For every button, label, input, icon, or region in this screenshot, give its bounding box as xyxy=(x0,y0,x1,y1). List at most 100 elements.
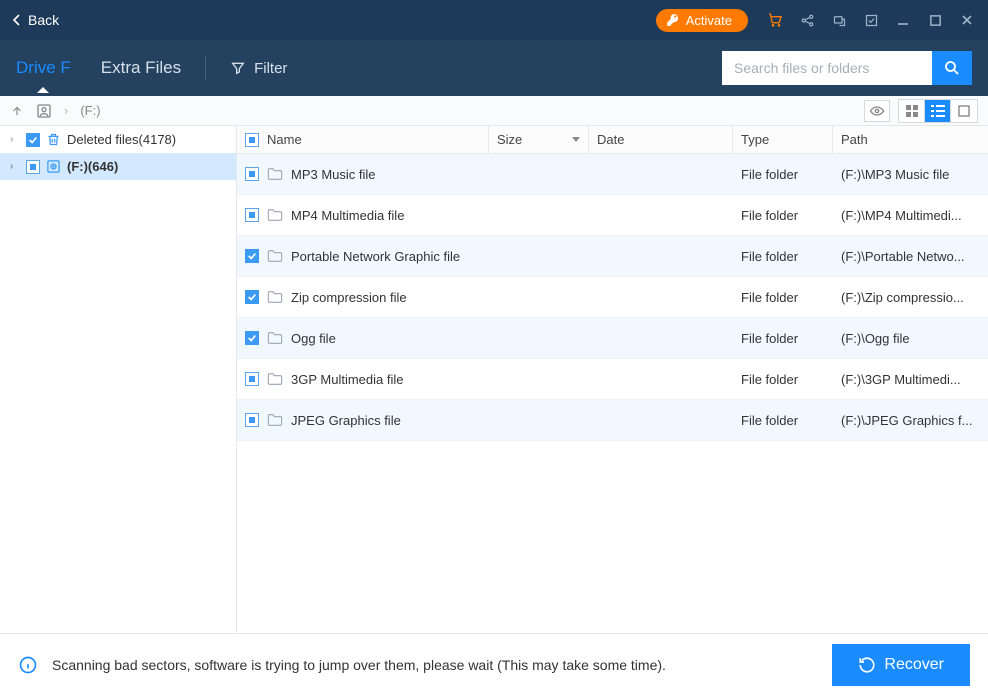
list-icon xyxy=(931,105,945,117)
tree-item[interactable]: › Deleted files(4178) xyxy=(0,126,236,153)
checkbox[interactable] xyxy=(245,167,259,181)
activate-button[interactable]: Activate xyxy=(656,9,748,32)
file-panel: Name Size Date Type Path MP3 Music file F… xyxy=(237,126,988,633)
tree-label: Deleted files(4178) xyxy=(67,132,176,147)
key-icon xyxy=(666,13,680,27)
cart-icon[interactable] xyxy=(766,11,784,29)
file-name: 3GP Multimedia file xyxy=(291,372,403,387)
tab-extra-files[interactable]: Extra Files xyxy=(101,44,181,92)
file-path: (F:)\MP4 Multimedi... xyxy=(833,208,988,223)
file-path: (F:)\Zip compressio... xyxy=(833,290,988,305)
user-icon[interactable] xyxy=(36,103,52,119)
back-button[interactable]: Back xyxy=(12,12,59,28)
status-text: Scanning bad sectors, software is trying… xyxy=(52,657,818,673)
tree-item[interactable]: › (F:)(646) xyxy=(0,153,236,180)
checkbox[interactable] xyxy=(26,160,40,174)
title-icons xyxy=(766,11,976,29)
view-detail[interactable] xyxy=(951,100,977,122)
col-path[interactable]: Path xyxy=(833,126,988,153)
file-name: Ogg file xyxy=(291,331,336,346)
eye-icon xyxy=(869,105,885,117)
chevron-left-icon xyxy=(12,14,20,26)
recover-label: Recover xyxy=(884,656,944,674)
search-input[interactable] xyxy=(722,51,932,85)
col-date[interactable]: Date xyxy=(589,126,733,153)
folder-icon xyxy=(267,413,283,427)
checkbox[interactable] xyxy=(245,249,259,263)
tab-drive[interactable]: Drive F xyxy=(16,44,71,92)
grid-icon xyxy=(905,104,919,118)
folder-icon xyxy=(267,167,283,181)
select-all-checkbox[interactable] xyxy=(245,133,259,147)
table-row[interactable]: Zip compression file File folder(F:)\Zip … xyxy=(237,277,988,318)
checkbox[interactable] xyxy=(26,133,40,147)
folder-icon xyxy=(267,208,283,222)
menu-icon[interactable] xyxy=(862,11,880,29)
folder-icon xyxy=(267,331,283,345)
feedback-icon[interactable] xyxy=(830,11,848,29)
folder-icon xyxy=(267,372,283,386)
file-type: File folder xyxy=(733,208,833,223)
checkbox[interactable] xyxy=(245,413,259,427)
filter-label: Filter xyxy=(254,60,287,77)
checkbox[interactable] xyxy=(245,290,259,304)
trash-icon xyxy=(46,132,61,147)
minimize-icon[interactable] xyxy=(894,11,912,29)
breadcrumb[interactable]: (F:) xyxy=(80,103,100,118)
table-row[interactable]: MP3 Music file File folder(F:)\MP3 Music … xyxy=(237,154,988,195)
col-type[interactable]: Type xyxy=(733,126,833,153)
file-name: MP4 Multimedia file xyxy=(291,208,404,223)
toolbar: › (F:) xyxy=(0,96,988,126)
folder-icon xyxy=(267,249,283,263)
folder-icon xyxy=(267,290,283,304)
file-name: JPEG Graphics file xyxy=(291,413,401,428)
file-name: Zip compression file xyxy=(291,290,407,305)
share-icon[interactable] xyxy=(798,11,816,29)
detail-icon xyxy=(958,105,970,117)
file-type: File folder xyxy=(733,372,833,387)
filter-button[interactable]: Filter xyxy=(230,60,287,77)
maximize-icon[interactable] xyxy=(926,11,944,29)
file-name: MP3 Music file xyxy=(291,167,376,182)
titlebar: Back Activate xyxy=(0,0,988,40)
table-row[interactable]: Portable Network Graphic fileFile folder… xyxy=(237,236,988,277)
sidebar: › Deleted files(4178) › (F:)(646) xyxy=(0,126,237,633)
view-list[interactable] xyxy=(925,100,951,122)
checkbox[interactable] xyxy=(245,372,259,386)
file-type: File folder xyxy=(733,290,833,305)
expand-icon[interactable]: › xyxy=(10,161,20,172)
tree-label: (F:)(646) xyxy=(67,159,118,174)
search-icon xyxy=(943,59,961,77)
file-path: (F:)\MP3 Music file xyxy=(833,167,988,182)
search xyxy=(722,51,972,85)
file-path: (F:)\Portable Netwo... xyxy=(833,249,988,264)
close-icon[interactable] xyxy=(958,11,976,29)
table-row[interactable]: 3GP Multimedia file File folder(F:)\3GP M… xyxy=(237,359,988,400)
checkbox[interactable] xyxy=(245,208,259,222)
info-icon xyxy=(18,655,38,675)
table-row[interactable]: JPEG Graphics fileFile folder(F:)\JPEG G… xyxy=(237,400,988,441)
recover-icon xyxy=(858,656,876,674)
col-size[interactable]: Size xyxy=(489,126,589,153)
footer: Scanning bad sectors, software is trying… xyxy=(0,633,988,695)
up-icon[interactable] xyxy=(10,104,24,118)
expand-icon[interactable]: › xyxy=(10,134,20,145)
table-row[interactable]: MP4 Multimedia file File folder(F:)\MP4 M… xyxy=(237,195,988,236)
checkbox[interactable] xyxy=(245,331,259,345)
preview-toggle[interactable] xyxy=(864,100,890,122)
col-name[interactable]: Name xyxy=(267,132,302,147)
drive-icon xyxy=(46,159,61,174)
table-header: Name Size Date Type Path xyxy=(237,126,988,154)
filter-icon xyxy=(230,60,246,76)
navbar: Drive F Extra Files Filter xyxy=(0,40,988,96)
recover-button[interactable]: Recover xyxy=(832,644,970,686)
file-path: (F:)\3GP Multimedi... xyxy=(833,372,988,387)
file-path: (F:)\Ogg file xyxy=(833,331,988,346)
table-row[interactable]: Ogg fileFile folder(F:)\Ogg file xyxy=(237,318,988,359)
search-button[interactable] xyxy=(932,51,972,85)
file-type: File folder xyxy=(733,167,833,182)
file-path: (F:)\JPEG Graphics f... xyxy=(833,413,988,428)
view-grid[interactable] xyxy=(899,100,925,122)
sort-icon xyxy=(572,137,580,142)
file-name: Portable Network Graphic file xyxy=(291,249,460,264)
